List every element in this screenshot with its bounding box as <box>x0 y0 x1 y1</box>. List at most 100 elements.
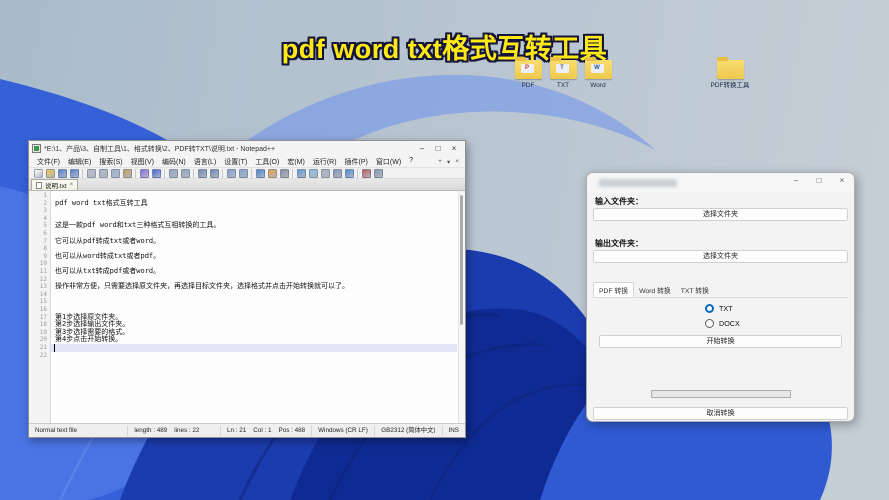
playback-macro-icon[interactable] <box>374 169 383 178</box>
editor-area[interactable]: 12pdf word txt格式互转工具345这是一款pdf word和txt三… <box>29 191 465 423</box>
line-number: 10 <box>29 260 47 268</box>
scrollbar-thumb[interactable] <box>460 195 463 325</box>
undo-icon[interactable] <box>140 169 149 178</box>
tab-close-icon[interactable]: × <box>70 182 74 188</box>
editor-line-21[interactable]: 21 <box>51 344 457 352</box>
tab-close-icon[interactable]: × <box>455 158 459 166</box>
menu-设置T[interactable]: 设置(T) <box>220 157 251 167</box>
text-caret <box>54 344 55 352</box>
record-macro-icon[interactable] <box>362 169 371 178</box>
find-icon[interactable] <box>169 169 178 178</box>
line-text: 这是一款pdf word和txt三种格式互相转换的工具。 <box>51 222 220 230</box>
editor-line-11[interactable]: 11也可以从txt转成pdf或者word。 <box>51 268 457 276</box>
menu-宏M[interactable]: 宏(M) <box>283 157 309 167</box>
replace-icon[interactable] <box>181 169 190 178</box>
word-wrap-icon[interactable] <box>256 169 265 178</box>
choose-output-folder-button[interactable]: 选择文件夹 <box>593 250 848 263</box>
toolbar-separator <box>164 169 165 178</box>
sync-vertical-icon[interactable] <box>227 169 236 178</box>
new-file-icon[interactable] <box>34 169 43 178</box>
editor-line-9[interactable]: 9也可以从word转成txt或者pdf。 <box>51 253 457 261</box>
folder-icon: W <box>585 60 612 79</box>
save-icon[interactable] <box>58 169 67 178</box>
radio-row-docx[interactable]: DOCX <box>705 319 740 328</box>
close-button[interactable]: × <box>446 143 462 155</box>
save-all-icon[interactable] <box>70 169 79 178</box>
editor-lines[interactable]: 12pdf word txt格式互转工具345这是一款pdf word和txt三… <box>51 191 465 423</box>
minimize-button[interactable]: – <box>790 176 802 185</box>
tab-Word-转换[interactable]: Word 转换 <box>634 283 676 297</box>
open-file-icon[interactable] <box>46 169 55 178</box>
editor-line-14[interactable]: 14 <box>51 291 457 299</box>
zoom-out-icon[interactable] <box>210 169 219 178</box>
editor-line-22[interactable]: 22 <box>51 352 457 360</box>
indent-guide-icon[interactable] <box>280 169 289 178</box>
editor-line-2[interactable]: 2pdf word txt格式互转工具 <box>51 200 457 208</box>
desktop-icon-PDF转换工具[interactable]: PDF转换工具 <box>708 60 752 89</box>
cut-icon[interactable] <box>99 169 108 178</box>
editor-line-3[interactable]: 3 <box>51 207 457 215</box>
notepadpp-titlebar[interactable]: *E:\1、产品\3、自制工具\1、格式转换\2、PDF转TXT\说明.txt … <box>29 141 465 156</box>
tab-PDF-转换[interactable]: PDF 转换 <box>593 282 634 297</box>
converter-titlebar[interactable]: – □ × <box>587 173 854 193</box>
toolbar-separator <box>135 169 136 178</box>
menu-运行R[interactable]: 运行(R) <box>309 157 341 167</box>
folder-workspace-icon[interactable] <box>333 169 342 178</box>
radio-docx[interactable] <box>705 319 714 328</box>
choose-input-folder-button[interactable]: 选择文件夹 <box>593 208 848 221</box>
menu-文件F[interactable]: 文件(F) <box>33 157 64 167</box>
progress-bar <box>651 390 791 398</box>
tab-list-icon[interactable]: ▾ <box>447 158 450 166</box>
txt-file-icon: T <box>556 64 569 73</box>
tab-new-icon[interactable]: + <box>438 158 442 166</box>
menu-编码N[interactable]: 编码(N) <box>158 157 190 167</box>
maximize-button[interactable]: □ <box>813 176 825 185</box>
menu-[interactable]: ? <box>405 157 417 167</box>
radio-row-txt[interactable]: TXT <box>705 304 733 313</box>
sync-horizontal-icon[interactable] <box>239 169 248 178</box>
document-list-icon[interactable] <box>321 169 330 178</box>
redo-icon[interactable] <box>152 169 161 178</box>
menu-工具O[interactable]: 工具(O) <box>251 157 283 167</box>
copy-icon[interactable] <box>111 169 120 178</box>
document-map-icon[interactable] <box>309 169 318 178</box>
output-folder-label: 输出文件夹： <box>595 238 643 249</box>
tab-shuoming-txt[interactable]: 说明.txt × <box>31 179 78 190</box>
paste-icon[interactable] <box>123 169 132 178</box>
print-icon[interactable] <box>87 169 96 178</box>
show-all-characters-icon[interactable] <box>268 169 277 178</box>
editor-line-7[interactable]: 7它可以从pdf转成txt或者word。 <box>51 238 457 246</box>
status-length: length : 489 lines : 22 <box>128 426 221 436</box>
menubar-extra-icons: + ▾ × <box>438 158 461 166</box>
vertical-scrollbar[interactable] <box>458 191 465 423</box>
toolbar-separator <box>193 169 194 178</box>
editor-line-5[interactable]: 5这是一款pdf word和txt三种格式互相转换的工具。 <box>51 222 457 230</box>
menu-编辑E[interactable]: 编辑(E) <box>64 157 95 167</box>
function-list-icon[interactable] <box>297 169 306 178</box>
desktop-icon-Word[interactable]: WWord <box>576 60 620 89</box>
tab-TXT-转换[interactable]: TXT 转换 <box>676 283 714 297</box>
close-button[interactable]: × <box>836 176 848 185</box>
minimize-button[interactable]: – <box>414 143 430 155</box>
menu-窗口W[interactable]: 窗口(W) <box>372 157 405 167</box>
zoom-in-icon[interactable] <box>198 169 207 178</box>
toolbar-separator <box>292 169 293 178</box>
maximize-button[interactable]: □ <box>430 143 446 155</box>
cancel-convert-button[interactable]: 取消转换 <box>593 407 848 420</box>
start-convert-button[interactable]: 开始转换 <box>599 335 842 348</box>
menu-插件P[interactable]: 插件(P) <box>341 157 372 167</box>
editor-line-13[interactable]: 13操作非常方便，只需要选择原文件夹，再选择目标文件夹，选择格式并点击开始转换就… <box>51 283 457 291</box>
editor-line-15[interactable]: 15 <box>51 298 457 306</box>
menu-视图V[interactable]: 视图(V) <box>127 157 158 167</box>
line-text: 也可以从txt转成pdf或者word。 <box>51 268 160 276</box>
line-text: 操作非常方便，只需要选择原文件夹，再选择目标文件夹，选择格式并点击开始转换就可以… <box>51 283 349 291</box>
line-number: 6 <box>29 230 47 238</box>
document-icon <box>36 182 42 189</box>
monitoring-icon[interactable] <box>345 169 354 178</box>
menu-语言L[interactable]: 语言(L) <box>190 157 221 167</box>
folder-icon: P <box>515 60 542 79</box>
menu-搜索S[interactable]: 搜索(S) <box>95 157 126 167</box>
line-text: 也可以从word转成txt或者pdf。 <box>51 253 160 261</box>
editor-line-20[interactable]: 20第4步点击开始转换。 <box>51 336 457 344</box>
radio-txt[interactable] <box>705 304 714 313</box>
